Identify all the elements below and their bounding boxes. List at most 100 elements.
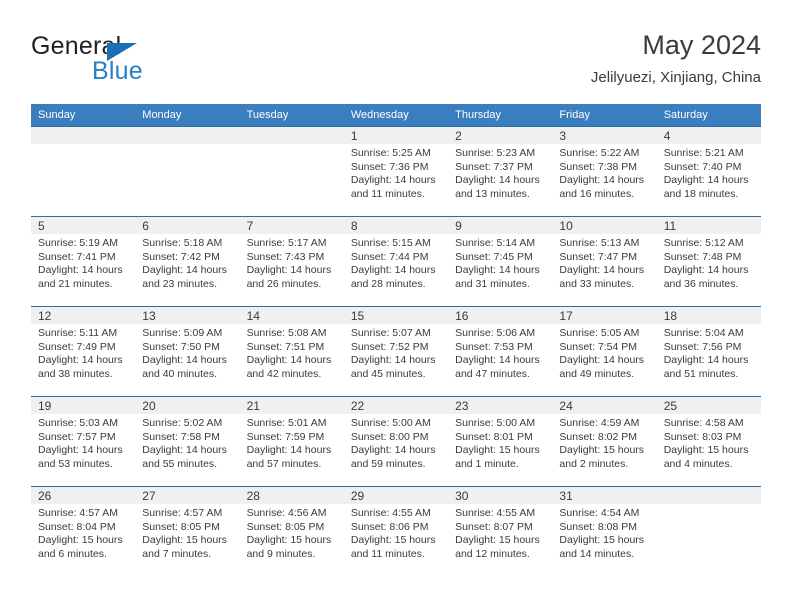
daylight-text-line2: and 28 minutes. [350, 277, 426, 290]
calendar-day-cell[interactable]: 5 Sunrise: 5:19 AM Sunset: 7:41 PM Daylight… [31, 216, 136, 307]
sunset-text: Sunset: 7:42 PM [142, 250, 220, 263]
sunset-text: Sunset: 8:07 PM [455, 520, 533, 533]
calendar-day-cell[interactable]: 12 Sunrise: 5:11 AM Sunset: 7:49 PM Dayligh… [31, 306, 136, 397]
calendar-body: 1 Sunrise: 5:25 AM Sunset: 7:36 PM Daylight… [31, 126, 761, 576]
day-details: Sunrise: 4:54 AM Sunset: 8:08 PM Daylight:… [552, 504, 656, 561]
day-number: 10 [552, 217, 657, 234]
calendar-day-cell[interactable]: 31 Sunrise: 4:54 AM Sunset: 8:08 PM Dayligh… [552, 486, 657, 576]
calendar-page: General Blue May 2024 Jelilyuezi, Xinjia… [0, 0, 792, 612]
sunset-text: Sunset: 7:59 PM [246, 430, 325, 443]
general-blue-logo[interactable]: General Blue [31, 32, 231, 88]
day-cell-inner: 23 Sunrise: 5:00 AM Sunset: 8:01 PM Dayligh… [448, 397, 553, 486]
calendar-day-cell[interactable]: 1 Sunrise: 5:25 AM Sunset: 7:36 PM Daylight… [343, 126, 449, 217]
daylight-text-line1: Daylight: 15 hours [246, 534, 332, 547]
day-number: 3 [552, 127, 657, 144]
page-header: General Blue May 2024 Jelilyuezi, Xinjia… [31, 28, 761, 98]
weekday-header-monday: Monday [135, 104, 240, 127]
day-number: 19 [31, 397, 136, 414]
calendar-day-cell[interactable]: 3 Sunrise: 5:22 AM Sunset: 7:38 PM Daylight… [552, 126, 657, 217]
calendar-day-cell[interactable]: 24 Sunrise: 4:59 AM Sunset: 8:02 PM Dayligh… [552, 396, 657, 487]
day-cell-inner: 9 Sunrise: 5:14 AM Sunset: 7:45 PM Daylight… [448, 217, 553, 306]
sunset-text: Sunset: 8:02 PM [559, 430, 638, 443]
sunset-text: Sunset: 8:01 PM [455, 430, 533, 443]
daylight-text-line2: and 14 minutes. [559, 547, 635, 560]
calendar-day-cell[interactable]: 21 Sunrise: 5:01 AM Sunset: 7:59 PM Dayligh… [239, 396, 344, 487]
day-cell-inner: 29 Sunrise: 4:55 AM Sunset: 8:06 PM Dayligh… [343, 487, 449, 576]
day-cell-inner: 28 Sunrise: 4:56 AM Sunset: 8:05 PM Dayligh… [239, 487, 344, 576]
day-cell-inner: 18 Sunrise: 5:04 AM Sunset: 7:56 PM Dayligh… [656, 307, 761, 396]
weekday-header-saturday: Saturday [656, 104, 761, 127]
calendar-day-cell[interactable]: 30 Sunrise: 4:55 AM Sunset: 8:07 PM Dayligh… [448, 486, 553, 576]
day-number: 26 [31, 487, 136, 504]
day-cell-inner [31, 127, 136, 216]
day-details: Sunrise: 5:18 AM Sunset: 7:42 PM Daylight:… [135, 234, 239, 291]
calendar-day-cell[interactable]: 22 Sunrise: 5:00 AM Sunset: 8:00 PM Dayligh… [343, 396, 449, 487]
day-details: Sunrise: 5:09 AM Sunset: 7:50 PM Daylight:… [135, 324, 239, 381]
sunset-text: Sunset: 7:44 PM [350, 250, 429, 263]
daylight-text-line1: Daylight: 14 hours [246, 354, 332, 367]
sunset-text: Sunset: 8:06 PM [350, 520, 429, 533]
calendar-day-cell[interactable]: 25 Sunrise: 4:58 AM Sunset: 8:03 PM Dayligh… [656, 396, 761, 487]
calendar-day-cell[interactable]: 9 Sunrise: 5:14 AM Sunset: 7:45 PM Daylight… [448, 216, 553, 307]
calendar-day-cell[interactable]: 11 Sunrise: 5:12 AM Sunset: 7:48 PM Dayligh… [656, 216, 761, 307]
day-details: Sunrise: 5:01 AM Sunset: 7:59 PM Daylight:… [240, 414, 344, 471]
sunrise-text: Sunrise: 5:04 AM [663, 327, 744, 339]
sunrise-text: Sunrise: 4:57 AM [38, 507, 118, 519]
calendar-day-cell[interactable]: 13 Sunrise: 5:09 AM Sunset: 7:50 PM Dayligh… [135, 306, 240, 397]
sunrise-text: Sunrise: 5:17 AM [246, 237, 327, 249]
day-number: 13 [135, 307, 240, 324]
calendar-day-cell[interactable]: 15 Sunrise: 5:07 AM Sunset: 7:52 PM Dayligh… [343, 306, 449, 397]
calendar-day-cell[interactable]: 29 Sunrise: 4:55 AM Sunset: 8:06 PM Dayligh… [343, 486, 449, 576]
calendar-day-cell[interactable]: 28 Sunrise: 4:56 AM Sunset: 8:05 PM Dayligh… [239, 486, 344, 576]
calendar-day-cell[interactable]: 16 Sunrise: 5:06 AM Sunset: 7:53 PM Dayligh… [448, 306, 553, 397]
daylight-text-line1: Daylight: 14 hours [455, 354, 540, 367]
daylight-text-line1: Daylight: 14 hours [142, 444, 227, 457]
day-number: 16 [448, 307, 553, 324]
calendar-day-cell[interactable]: 10 Sunrise: 5:13 AM Sunset: 7:47 PM Dayligh… [552, 216, 657, 307]
page-title: May 2024 [642, 30, 761, 60]
calendar-day-cell[interactable]: 6 Sunrise: 5:18 AM Sunset: 7:42 PM Daylight… [135, 216, 240, 307]
calendar-day-cell[interactable]: 7 Sunrise: 5:17 AM Sunset: 7:43 PM Daylight… [239, 216, 344, 307]
sunrise-text: Sunrise: 4:55 AM [350, 507, 431, 519]
sunset-text: Sunset: 8:05 PM [142, 520, 220, 533]
daylight-text-line1: Daylight: 14 hours [559, 174, 645, 187]
daylight-text-line2: and 47 minutes. [455, 367, 530, 380]
daylight-text-line1: Daylight: 14 hours [246, 264, 332, 277]
calendar-day-cell[interactable]: 23 Sunrise: 5:00 AM Sunset: 8:01 PM Dayligh… [448, 396, 553, 487]
calendar-day-cell[interactable]: 20 Sunrise: 5:02 AM Sunset: 7:58 PM Dayligh… [135, 396, 240, 487]
sunrise-text: Sunrise: 5:06 AM [455, 327, 536, 339]
sunrise-text: Sunrise: 4:55 AM [455, 507, 536, 519]
daylight-text-line1: Daylight: 15 hours [663, 444, 749, 457]
calendar-day-cell[interactable]: 2 Sunrise: 5:23 AM Sunset: 7:37 PM Daylight… [448, 126, 553, 217]
daylight-text-line1: Daylight: 14 hours [38, 444, 123, 457]
calendar-day-cell[interactable]: 18 Sunrise: 5:04 AM Sunset: 7:56 PM Dayligh… [656, 306, 761, 397]
daylight-text-line2: and 57 minutes. [246, 457, 322, 470]
calendar-day-cell[interactable]: 8 Sunrise: 5:15 AM Sunset: 7:44 PM Daylight… [343, 216, 449, 307]
sunrise-text: Sunrise: 5:22 AM [559, 147, 640, 159]
calendar-day-cell[interactable]: 26 Sunrise: 4:57 AM Sunset: 8:04 PM Dayligh… [31, 486, 136, 576]
calendar-day-cell-empty [656, 486, 761, 576]
day-cell-inner: 17 Sunrise: 5:05 AM Sunset: 7:54 PM Dayligh… [552, 307, 657, 396]
day-number: 17 [552, 307, 657, 324]
day-cell-inner: 2 Sunrise: 5:23 AM Sunset: 7:37 PM Daylight… [448, 127, 553, 216]
day-details: Sunrise: 5:14 AM Sunset: 7:45 PM Daylight:… [448, 234, 552, 291]
day-cell-inner: 14 Sunrise: 5:08 AM Sunset: 7:51 PM Dayligh… [239, 307, 344, 396]
sunset-text: Sunset: 7:47 PM [559, 250, 638, 263]
calendar-day-cell[interactable]: 4 Sunrise: 5:21 AM Sunset: 7:40 PM Daylight… [656, 126, 761, 217]
day-number [239, 127, 344, 144]
sunrise-text: Sunrise: 4:56 AM [246, 507, 327, 519]
calendar-day-cell[interactable]: 27 Sunrise: 4:57 AM Sunset: 8:05 PM Dayligh… [135, 486, 240, 576]
daylight-text-line2: and 6 minutes. [38, 547, 107, 560]
daylight-text-line2: and 13 minutes. [455, 187, 530, 200]
day-details: Sunrise: 5:05 AM Sunset: 7:54 PM Daylight:… [552, 324, 656, 381]
daylight-text-line1: Daylight: 14 hours [142, 354, 227, 367]
calendar-day-cell[interactable]: 19 Sunrise: 5:03 AM Sunset: 7:57 PM Dayligh… [31, 396, 136, 487]
calendar-day-cell[interactable]: 17 Sunrise: 5:05 AM Sunset: 7:54 PM Dayligh… [552, 306, 657, 397]
day-number: 6 [135, 217, 240, 234]
day-number: 23 [448, 397, 553, 414]
calendar-day-cell[interactable]: 14 Sunrise: 5:08 AM Sunset: 7:51 PM Dayligh… [239, 306, 344, 397]
daylight-text-line2: and 26 minutes. [246, 277, 322, 290]
daylight-text-line2: and 2 minutes. [559, 457, 629, 470]
sunrise-text: Sunrise: 4:54 AM [559, 507, 640, 519]
sunset-text: Sunset: 7:53 PM [455, 340, 533, 353]
